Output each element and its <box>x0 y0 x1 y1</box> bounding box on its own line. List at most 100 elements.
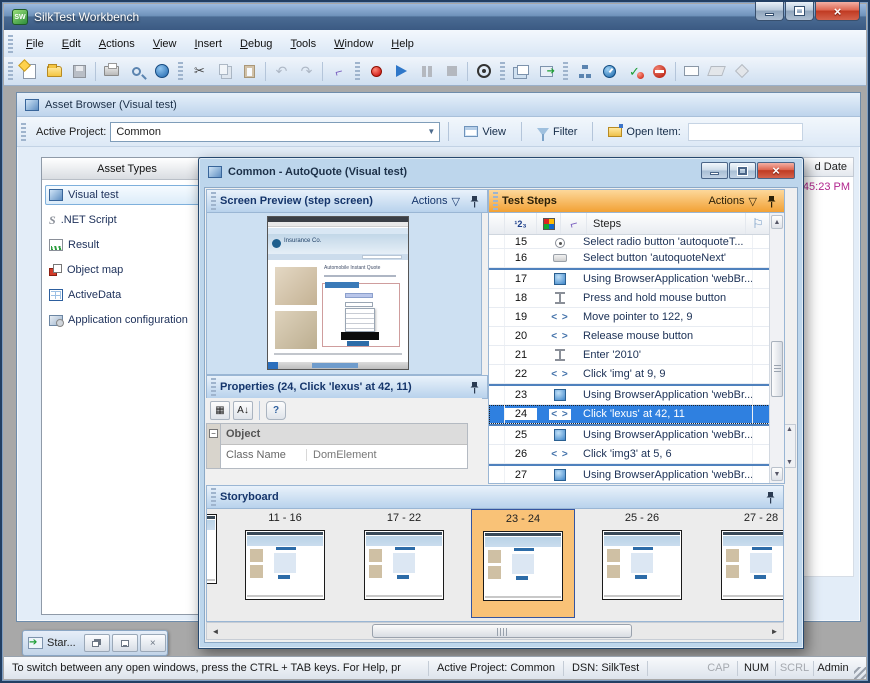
print-button[interactable] <box>99 60 124 83</box>
scrollbar-thumb[interactable] <box>771 341 783 397</box>
scroll-right-button[interactable]: ► <box>767 624 782 638</box>
asset-type-net-script[interactable]: S .NET Script <box>45 210 209 230</box>
menu-actions[interactable]: Actions <box>90 34 144 54</box>
test-step-row[interactable]: 16 Select button 'autoquoteNext' <box>489 249 770 268</box>
title-bar[interactable]: SW SilkTest Workbench <box>4 4 866 30</box>
panel-grip[interactable] <box>211 488 216 506</box>
sort-az-button[interactable]: A↓ <box>233 401 253 420</box>
close-button[interactable]: × <box>140 634 166 652</box>
pin-button[interactable] <box>470 195 479 208</box>
minimize-button[interactable] <box>112 634 138 652</box>
class-name-row[interactable]: Class Name DomElement <box>221 445 467 465</box>
test-step-row[interactable]: 27 Using BrowserApplication 'webBr... <box>489 466 770 483</box>
asset-browser-titlebar[interactable]: Asset Browser (Visual test) <box>17 93 860 117</box>
filter-button[interactable]: Filter <box>530 124 584 140</box>
cut-button[interactable]: ✂ <box>187 60 212 83</box>
stop-button[interactable] <box>439 60 464 83</box>
maximize-button[interactable] <box>729 162 756 179</box>
test-step-row-selected[interactable]: 24 < > Click 'lexus' at 42, 11 <box>489 405 770 424</box>
panel-grip[interactable] <box>211 192 216 210</box>
scroll-left-button[interactable]: ◄ <box>208 624 223 638</box>
shape-diamond-button[interactable] <box>729 60 754 83</box>
scrollbar-thumb[interactable] <box>372 624 632 638</box>
menu-edit[interactable]: Edit <box>53 34 90 54</box>
test-step-row[interactable]: 21 Enter '2010' <box>489 346 770 365</box>
close-button[interactable]: × <box>815 2 860 21</box>
menu-view[interactable]: View <box>144 34 186 54</box>
test-step-row[interactable]: 23 Using BrowserApplication 'webBr... <box>489 386 770 405</box>
blank-column-header[interactable] <box>489 213 505 234</box>
help-button[interactable]: ? <box>266 401 286 420</box>
open-button[interactable] <box>42 60 67 83</box>
storyboard-thumb-23-24-selected[interactable]: 23 - 24 <box>471 509 575 618</box>
gauge-button[interactable] <box>597 60 622 83</box>
asset-type-object-map[interactable]: Object map <box>45 260 209 280</box>
minimized-start-window[interactable]: Star... × <box>22 630 168 656</box>
storyboard-thumb-partial[interactable] <box>207 514 218 586</box>
toolbar-grip[interactable] <box>563 62 568 80</box>
categorized-button[interactable]: ▦ <box>210 401 230 420</box>
active-project-combo[interactable]: Common ▼ <box>110 122 440 142</box>
storyboard-thumb-17-22[interactable]: 17 - 22 <box>352 512 456 600</box>
export-button[interactable] <box>534 60 559 83</box>
asset-type-visual-test[interactable]: Visual test <box>45 185 209 205</box>
close-button[interactable]: × <box>757 162 795 179</box>
screen-column-header[interactable] <box>537 213 561 234</box>
menu-file[interactable]: File <box>17 34 53 54</box>
chevron-down-icon[interactable]: ▼ <box>423 123 439 141</box>
block-button[interactable] <box>647 60 672 83</box>
screen-preview-area[interactable]: Insurance Co. Automobile Instant Quote <box>206 213 482 375</box>
flowchart-button[interactable] <box>572 60 597 83</box>
print-preview-button[interactable] <box>124 60 149 83</box>
verify-button[interactable]: ✓ <box>622 60 647 83</box>
new-button[interactable] <box>17 60 42 83</box>
shape-parallelogram-button[interactable] <box>704 60 729 83</box>
steps-column-header[interactable]: Steps <box>587 213 746 234</box>
flag-column-header[interactable]: ⚐ <box>746 213 770 234</box>
record-button[interactable] <box>364 60 389 83</box>
test-steps-scrollbar[interactable]: ▲ ▼ <box>769 213 784 483</box>
minimize-button[interactable] <box>755 2 784 21</box>
play-button[interactable] <box>389 60 414 83</box>
test-step-row[interactable]: 22 < > Click 'img' at 9, 9 <box>489 365 770 384</box>
resize-grip[interactable] <box>854 667 866 679</box>
test-step-row[interactable]: 17 Using BrowserApplication 'webBr... <box>489 270 770 289</box>
storyboard-thumb-11-16[interactable]: 11 - 16 <box>233 512 337 600</box>
asset-type-result[interactable]: Result <box>45 235 209 255</box>
toolbar-grip[interactable] <box>500 62 505 80</box>
pin-button[interactable] <box>470 381 479 394</box>
open-item-input[interactable] <box>688 123 803 141</box>
insert-step-button[interactable]: ⌐ <box>326 60 351 83</box>
test-steps-actions[interactable]: Actions ▽ <box>708 195 757 208</box>
menu-help[interactable]: Help <box>382 34 423 54</box>
toolbar-grip[interactable] <box>21 123 26 141</box>
storyboard-scrollbar[interactable]: ◄ ► <box>206 622 784 640</box>
scroll-up-button[interactable]: ▲ <box>771 215 783 229</box>
sync-button[interactable] <box>149 60 174 83</box>
shape-rect-button[interactable] <box>679 60 704 83</box>
scroll-up-icon[interactable]: ▲ <box>786 426 793 433</box>
menu-debug[interactable]: Debug <box>231 34 281 54</box>
restore-button[interactable] <box>84 634 110 652</box>
menu-tools[interactable]: Tools <box>281 34 325 54</box>
save-button[interactable] <box>67 60 92 83</box>
menu-window[interactable]: Window <box>325 34 382 54</box>
test-step-row[interactable]: 26 < > Click 'img3' at 5, 6 <box>489 445 770 464</box>
object-group-row[interactable]: Object <box>221 424 467 445</box>
storyboard-thumb-27-28[interactable]: 27 - 28 <box>709 512 784 600</box>
toolbar-grip[interactable] <box>8 62 13 80</box>
collapse-expander[interactable]: − <box>209 429 218 438</box>
paste-button[interactable] <box>237 60 262 83</box>
view-button[interactable]: View <box>457 124 513 140</box>
pause-button[interactable] <box>414 60 439 83</box>
copy-button[interactable] <box>212 60 237 83</box>
test-step-row[interactable]: 19 < > Move pointer to 122, 9 <box>489 308 770 327</box>
identify-object-button[interactable] <box>471 60 496 83</box>
test-step-row[interactable]: 15 Select radio button 'autoquoteT... <box>489 235 770 249</box>
storyboard-thumb-25-26[interactable]: 25 - 26 <box>590 512 694 600</box>
action-column-header[interactable]: ⌐ <box>561 213 587 234</box>
panel-grip[interactable] <box>493 192 498 210</box>
pin-button[interactable] <box>766 491 775 504</box>
menu-grip[interactable] <box>8 35 13 53</box>
step-number-column-header[interactable]: ¹2₃ <box>505 213 537 234</box>
